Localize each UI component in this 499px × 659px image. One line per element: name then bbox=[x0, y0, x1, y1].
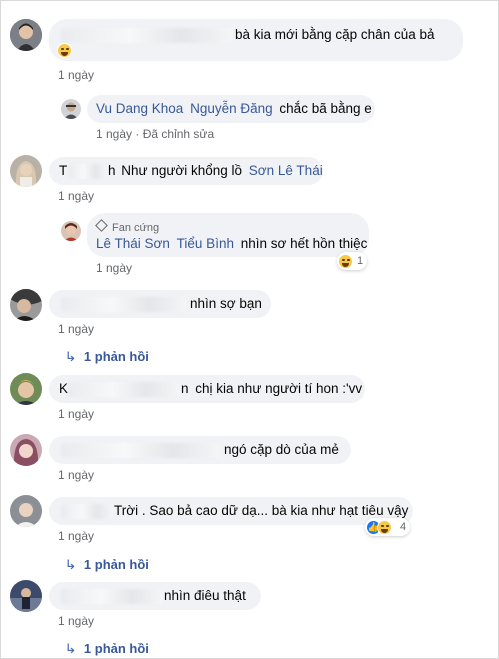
redacted-name bbox=[68, 382, 180, 397]
redacted-name bbox=[61, 28, 233, 43]
edited-label[interactable]: Đã chỉnh sửa bbox=[143, 127, 214, 141]
avatar[interactable] bbox=[10, 495, 42, 527]
comment-text: nhìn sơ hết hồn thiệc bbox=[240, 236, 368, 251]
avatar[interactable] bbox=[10, 289, 42, 321]
redacted-name bbox=[61, 443, 221, 458]
comment-text: chị kia như người tí hon :'vv bbox=[195, 381, 363, 396]
comment-bubble: Vu Dang Khoa Nguyễn Đăng chắc bã bằng e bbox=[87, 95, 375, 123]
redacted-name bbox=[69, 164, 107, 179]
reaction-summary[interactable] bbox=[57, 41, 72, 59]
comment-bubble: K n chị kia như người tí hon :'vv bbox=[49, 375, 365, 403]
commenter-name[interactable]: Vu Dang Khoa bbox=[96, 101, 183, 116]
comment-time[interactable]: 1 ngày bbox=[58, 189, 94, 203]
reply-arrow-icon: ↳ bbox=[64, 641, 77, 656]
separator: · bbox=[135, 127, 143, 141]
comment-bubble: bà kia mới bằng cặp chân của bả bbox=[49, 19, 463, 61]
commenter-name-end[interactable]: h bbox=[108, 163, 116, 178]
avatar[interactable] bbox=[10, 434, 42, 466]
redacted-name bbox=[61, 297, 187, 312]
view-replies-link[interactable]: ↳ 1 phản hồi bbox=[64, 349, 148, 365]
comment-bubble: nhìn điêu thật bbox=[49, 582, 261, 610]
haha-reaction-icon bbox=[57, 42, 72, 58]
commenter-name[interactable]: Lê Thái Sơn bbox=[96, 236, 170, 251]
reaction-count: 1 bbox=[357, 255, 364, 267]
comment-bubble: Trời . Sao bả cao dữ dạ... bà kia như hạ… bbox=[49, 497, 413, 525]
comment-text: Như người khổng lồ bbox=[121, 163, 243, 178]
commenter-name-start[interactable]: T bbox=[59, 163, 67, 178]
mention-link[interactable]: Sơn Lê Thái bbox=[249, 163, 323, 178]
reaction-summary[interactable]: 1 bbox=[337, 252, 368, 270]
redacted-name bbox=[61, 504, 113, 519]
comment-time[interactable]: 1 ngày bbox=[58, 529, 94, 543]
avatar[interactable] bbox=[61, 99, 81, 119]
redacted-name bbox=[61, 589, 163, 604]
reply-arrow-icon: ↳ bbox=[64, 557, 77, 572]
comment-text: Trời . Sao bả cao dữ dạ... bà kia như hạ… bbox=[114, 503, 409, 518]
comment-bubble: T h Như người khổng lồ Sơn Lê Thái bbox=[49, 157, 323, 185]
avatar[interactable] bbox=[10, 580, 42, 612]
reaction-count: 4 bbox=[400, 521, 407, 533]
comment-time[interactable]: 1 ngày bbox=[96, 261, 132, 275]
mention-link[interactable]: Nguyễn Đăng bbox=[190, 101, 273, 116]
comment-time[interactable]: 1 ngày bbox=[96, 127, 132, 141]
comment-text: nhìn sợ bạn bbox=[190, 296, 262, 311]
comment-time[interactable]: 1 ngày bbox=[58, 407, 94, 421]
reply-arrow-icon: ↳ bbox=[64, 349, 77, 364]
view-replies-link[interactable]: ↳ 1 phản hồi bbox=[64, 557, 148, 573]
haha-reaction-icon bbox=[377, 519, 392, 535]
comment-time[interactable]: 1 ngày bbox=[58, 322, 94, 336]
diamond-icon bbox=[95, 219, 108, 232]
avatar[interactable] bbox=[10, 155, 42, 187]
commenter-name-start[interactable]: K bbox=[59, 381, 68, 396]
comment-bubble: ngó cặp dò của mẻ bbox=[49, 436, 351, 464]
comment-bubble: nhìn sợ bạn bbox=[49, 290, 271, 318]
comment-bubble: Fan cứng Lê Thái Sơn Tiểu Bình nhìn sơ h… bbox=[87, 213, 369, 257]
avatar[interactable] bbox=[61, 221, 81, 241]
comment-time[interactable]: 1 ngày bbox=[58, 68, 94, 82]
mention-link[interactable]: Tiểu Bình bbox=[177, 236, 234, 251]
comment-text: ngó cặp dò của mẻ bbox=[224, 442, 339, 457]
comment-text: bà kia mới bằng cặp chân của bả bbox=[235, 27, 435, 42]
avatar[interactable] bbox=[10, 373, 42, 405]
comment-text: nhìn điêu thật bbox=[164, 588, 246, 603]
comments-panel: bà kia mới bằng cặp chân của bả 1 ngày V… bbox=[0, 0, 499, 659]
comment-meta: 1 ngày · Đã chỉnh sửa bbox=[96, 127, 214, 141]
reaction-summary[interactable]: 👍 4 bbox=[365, 518, 411, 536]
comment-time[interactable]: 1 ngày bbox=[58, 614, 94, 628]
haha-reaction-icon bbox=[338, 253, 353, 269]
commenter-name-end[interactable]: n bbox=[181, 381, 189, 396]
view-replies-link[interactable]: ↳ 1 phản hồi bbox=[64, 641, 148, 657]
comment-time[interactable]: 1 ngày bbox=[58, 468, 94, 482]
comment-text: chắc bã bằng e bbox=[279, 101, 372, 116]
avatar[interactable] bbox=[10, 19, 42, 51]
